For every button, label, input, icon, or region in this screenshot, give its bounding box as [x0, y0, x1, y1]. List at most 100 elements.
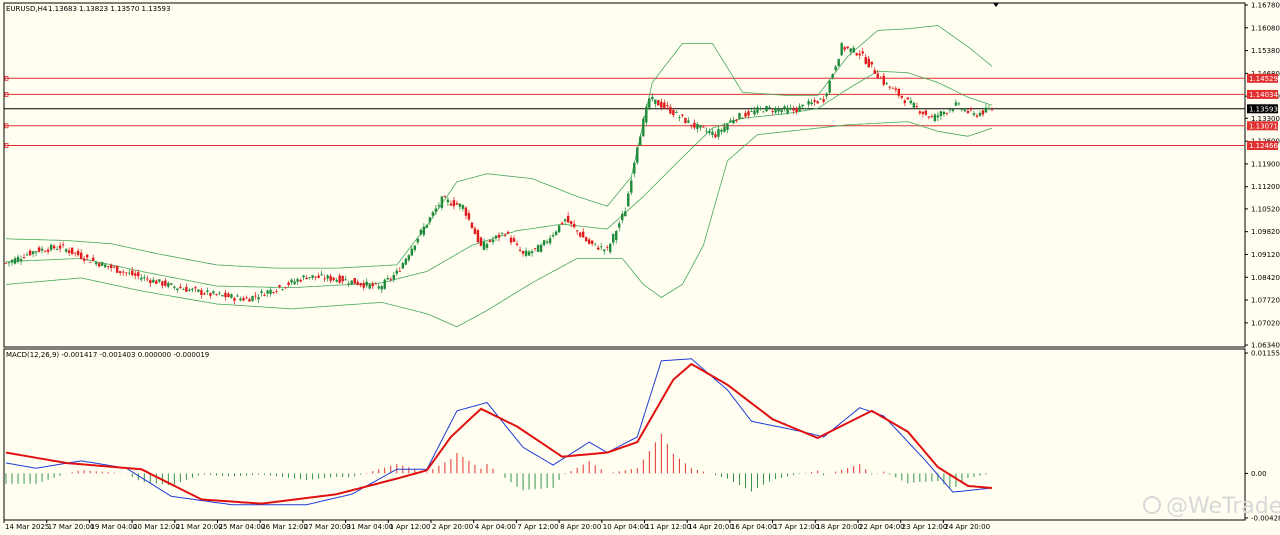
candle-body: [128, 272, 131, 274]
candle-body: [299, 279, 302, 282]
candle-body: [209, 292, 212, 296]
main-panel-frame: [3, 2, 1246, 348]
candle-body: [645, 106, 648, 123]
candle-body: [344, 279, 347, 281]
candle-body: [266, 290, 269, 294]
candle-body: [131, 270, 134, 276]
candle-body: [140, 277, 143, 280]
candle-body: [458, 203, 462, 207]
watermark: [1143, 496, 1161, 514]
price-axis-label: 1.11900: [1251, 160, 1280, 168]
candle-body: [939, 111, 943, 117]
price-axis-label: 1.16780: [1251, 2, 1280, 10]
candle-body: [936, 115, 940, 118]
candle-body: [873, 70, 876, 74]
candle-body: [515, 243, 519, 245]
current-price-label: 1.13593: [1249, 105, 1278, 113]
bollinger-middle-band: [5, 70, 993, 289]
candle-body: [85, 254, 89, 258]
candle-body: [125, 272, 128, 274]
candle-body: [900, 95, 904, 98]
candle-body: [167, 282, 170, 287]
macd-line: [5, 358, 993, 506]
candle-body: [434, 208, 438, 212]
time-axis-label: 4 Apr 04:00: [475, 523, 516, 531]
candle-body: [732, 119, 735, 124]
candle-body: [284, 287, 287, 289]
candle-body: [966, 110, 970, 113]
candle-body: [380, 286, 383, 290]
shift-marker-icon[interactable]: [993, 3, 999, 7]
candle-body: [663, 102, 666, 109]
macd-indicator-label: MACD(12,26,9) -0.001417 -0.001403 0.0000…: [6, 351, 209, 359]
candle-body: [365, 281, 368, 286]
candle-body: [524, 250, 528, 256]
candle-body: [627, 193, 630, 207]
candle-body: [104, 264, 107, 268]
candle-body: [281, 289, 284, 290]
candle-body: [669, 106, 672, 114]
candle-body: [612, 233, 615, 243]
price-axis-label: 1.10520: [1251, 205, 1280, 213]
candle-body: [569, 221, 573, 224]
candle-body: [407, 255, 411, 261]
candle-body: [473, 228, 477, 235]
candle-body: [633, 162, 636, 174]
candle-body: [690, 124, 693, 127]
candle-body: [326, 275, 329, 279]
candle-body: [203, 293, 206, 295]
time-axis-label: 31 Mar 04:00: [347, 523, 394, 531]
candle-body: [19, 259, 23, 262]
candle-body: [521, 251, 525, 254]
candle-body: [94, 262, 98, 265]
candle-body: [185, 286, 188, 292]
candle-body: [530, 251, 534, 254]
candle-body: [485, 243, 489, 248]
candle-body: [215, 294, 218, 295]
price-axis-label: 1.09820: [1251, 228, 1280, 236]
candle-body: [422, 226, 426, 235]
candle-body: [200, 290, 203, 295]
candle-body: [551, 234, 555, 237]
candle-body: [13, 258, 17, 264]
candle-body: [446, 199, 450, 203]
time-axis-label: 19 Mar 04:00: [90, 523, 137, 531]
candle-body: [642, 118, 645, 137]
candle-body: [392, 275, 395, 280]
candle-body: [260, 291, 263, 293]
candle-body: [894, 88, 898, 90]
candle-body: [972, 113, 976, 115]
candle-body: [684, 118, 687, 124]
candle-body: [840, 43, 843, 56]
candle-body: [708, 131, 711, 133]
candle-body: [356, 281, 359, 285]
candle-body: [494, 235, 498, 239]
candle-body: [560, 222, 564, 225]
candle-body: [218, 293, 221, 294]
candle-body: [711, 131, 714, 135]
candle-body: [867, 58, 870, 68]
candle-body: [383, 279, 386, 289]
candle-body: [717, 128, 720, 137]
candle-body: [636, 147, 639, 163]
candle-body: [143, 277, 146, 279]
candle-body: [374, 283, 377, 285]
candle-body: [161, 281, 164, 286]
time-axis-label: 11 Apr 12:00: [646, 523, 692, 531]
price-chart[interactable]: 1.167801.160801.153801.146801.139801.133…: [0, 0, 1280, 535]
candle-body: [173, 286, 176, 288]
candle-body: [323, 278, 326, 280]
candle-body: [792, 109, 795, 111]
candle-body: [251, 296, 254, 301]
candle-body: [660, 101, 663, 108]
candle-body: [542, 240, 546, 246]
candle-body: [897, 89, 901, 96]
candle-body: [509, 237, 513, 243]
candle-body: [921, 111, 925, 114]
candle-body: [70, 247, 74, 254]
candle-body: [64, 249, 68, 252]
candle-body: [233, 298, 236, 301]
candle-body: [978, 112, 982, 116]
watermark-text: @WeTrade: [1166, 494, 1280, 519]
time-axis-label: 17 Mar 20:00: [48, 523, 95, 531]
